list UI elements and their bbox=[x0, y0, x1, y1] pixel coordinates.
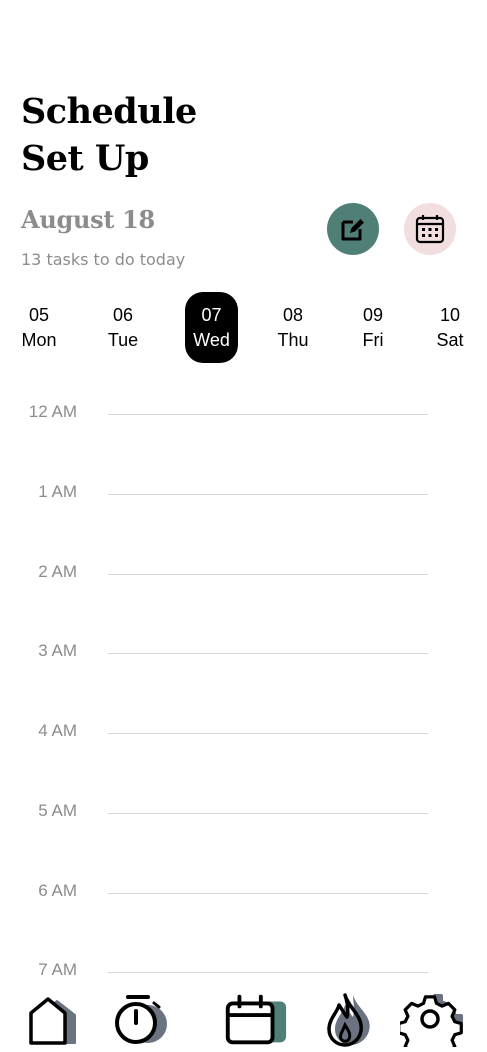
hour-row: 7 AM bbox=[0, 960, 487, 980]
hour-line bbox=[108, 893, 428, 894]
edit-icon bbox=[341, 219, 364, 241]
hour-label: 12 AM bbox=[28, 402, 77, 421]
current-date: August 18 bbox=[21, 205, 155, 234]
day-number: 09 bbox=[362, 304, 384, 325]
hour-line bbox=[108, 574, 428, 575]
day-item[interactable]: 08 Thu bbox=[263, 292, 323, 363]
nav-timer[interactable] bbox=[108, 991, 178, 1047]
hour-row: 4 AM bbox=[0, 721, 487, 741]
calendar-icon bbox=[225, 994, 287, 1045]
timer-icon bbox=[115, 995, 167, 1044]
day-number: 08 bbox=[282, 304, 304, 325]
hour-row: 6 AM bbox=[0, 881, 487, 901]
day-name: Mon bbox=[21, 329, 57, 350]
hour-label: 2 AM bbox=[38, 562, 77, 581]
hour-label: 7 AM bbox=[38, 960, 77, 979]
day-name: Sat bbox=[436, 329, 464, 350]
home-icon bbox=[29, 997, 76, 1045]
nav-streak[interactable] bbox=[312, 991, 382, 1047]
hour-row: 1 AM bbox=[0, 482, 487, 502]
hour-label: 1 AM bbox=[38, 482, 77, 501]
nav-calendar[interactable] bbox=[220, 991, 290, 1047]
hour-line bbox=[108, 972, 428, 973]
nav-home[interactable] bbox=[17, 991, 87, 1047]
page-title: Schedule Set Up bbox=[21, 88, 321, 182]
hour-label: 5 AM bbox=[38, 801, 77, 820]
nav-settings[interactable] bbox=[398, 991, 468, 1047]
week-date-strip: 05 Mon 06 Tue 07 Wed 08 Thu 09 Fri 10 Sa… bbox=[0, 292, 487, 364]
day-number: 10 bbox=[439, 304, 461, 325]
calendar-icon bbox=[415, 215, 445, 244]
day-name: Wed bbox=[193, 329, 230, 350]
hour-label: 6 AM bbox=[38, 881, 77, 900]
day-name: Thu bbox=[277, 329, 309, 350]
hour-line bbox=[108, 494, 428, 495]
day-number: 05 bbox=[28, 304, 50, 325]
hour-line bbox=[108, 414, 428, 415]
hour-row: 2 AM bbox=[0, 562, 487, 582]
day-item[interactable]: 05 Mon bbox=[9, 292, 69, 363]
page-title-line2: Set Up bbox=[21, 138, 149, 179]
hour-line bbox=[108, 733, 428, 734]
hour-row: 5 AM bbox=[0, 801, 487, 821]
day-item[interactable]: 06 Tue bbox=[93, 292, 153, 363]
timeline[interactable]: 12 AM 1 AM 2 AM 3 AM 4 AM 5 AM 6 AM 7 AM bbox=[0, 380, 487, 980]
page-title-line1: Schedule bbox=[21, 91, 197, 132]
settings-icon bbox=[400, 994, 463, 1047]
hour-line bbox=[108, 813, 428, 814]
day-number: 06 bbox=[112, 304, 134, 325]
day-number: 07 bbox=[201, 304, 222, 325]
calendar-button[interactable] bbox=[404, 203, 456, 255]
day-item-selected[interactable]: 07 Wed bbox=[185, 292, 238, 363]
day-item[interactable]: 09 Fri bbox=[343, 292, 403, 363]
hour-label: 3 AM bbox=[38, 641, 77, 660]
day-name: Fri bbox=[362, 329, 384, 350]
flame-icon bbox=[327, 993, 370, 1047]
hour-label: 4 AM bbox=[38, 721, 77, 740]
day-name: Tue bbox=[107, 329, 139, 350]
bottom-nav bbox=[0, 985, 487, 1052]
hour-line bbox=[108, 653, 428, 654]
hour-row: 3 AM bbox=[0, 641, 487, 661]
day-item[interactable]: 10 Sat bbox=[420, 292, 480, 363]
hour-row: 12 AM bbox=[0, 402, 487, 422]
tasks-summary: 13 tasks to do today bbox=[21, 250, 186, 269]
edit-button[interactable] bbox=[327, 203, 379, 255]
